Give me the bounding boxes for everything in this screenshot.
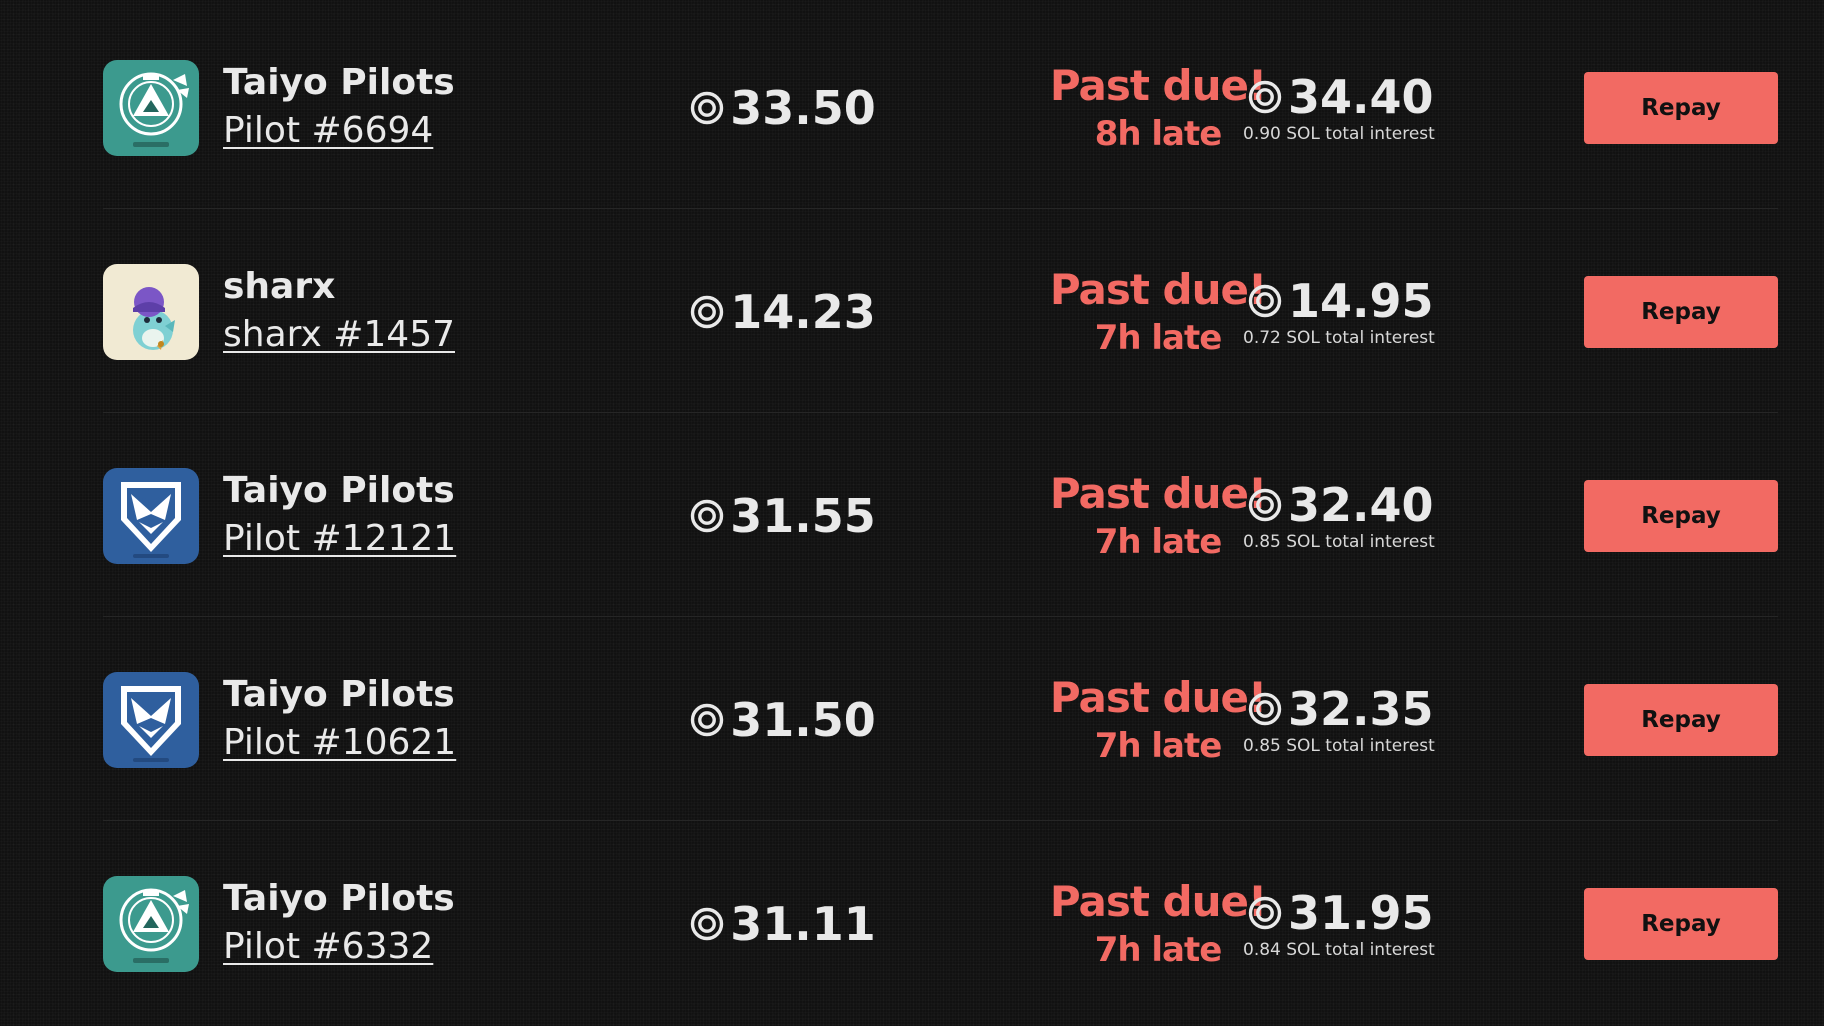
repay-amount-value: 32.40 [1288,478,1434,532]
nft-name-link[interactable]: Pilot #6694 [223,109,433,153]
nft-name-link[interactable]: Pilot #12121 [223,517,456,561]
repay-amount: 31.95 [1248,885,1543,941]
repay-info: 32.35 0.85 SOL total interest [1243,681,1543,757]
loan-amount: 14.23 [603,284,963,340]
loan-amount: 31.50 [603,692,963,748]
repay-info: 32.40 0.85 SOL total interest [1243,477,1543,553]
taiyo-enforcer-badge-icon [103,672,199,768]
sol-icon [691,907,724,941]
repay-button[interactable]: Repay [1584,684,1778,756]
taiyo-operator-badge-icon [103,60,199,156]
loan-row: Taiyo Pilots Pilot #10621 31.50 Past due… [103,617,1778,821]
sol-icon [691,703,724,737]
repay-info: 34.40 0.90 SOL total interest [1243,69,1543,145]
repay-amount: 32.35 [1248,681,1543,737]
repay-button[interactable]: Repay [1584,72,1778,144]
total-interest: 0.85 SOL total interest [1243,736,1435,756]
loan-amount-value: 31.50 [730,693,876,747]
nft-name-link[interactable]: sharx #1457 [223,313,455,357]
repay-amount: 14.95 [1248,273,1543,329]
repay-amount: 34.40 [1248,69,1543,125]
sol-icon [1248,284,1282,318]
nft-name-link[interactable]: Pilot #6332 [223,925,433,969]
loan-amount: 33.50 [603,80,963,136]
repay-button[interactable]: Repay [1584,888,1778,960]
sol-icon [1248,896,1282,930]
repay-button[interactable]: Repay [1584,480,1778,552]
total-interest: 0.90 SOL total interest [1243,124,1435,144]
collection-name: sharx [223,266,336,307]
total-interest: 0.72 SOL total interest [1243,328,1435,348]
repay-amount: 32.40 [1248,477,1543,533]
sol-icon [1248,692,1282,726]
loan-row: sharx sharx #1457 14.23 Past due! 7h lat… [103,209,1778,413]
sol-icon [1248,80,1282,114]
sol-icon [691,295,724,329]
loan-amount: 31.55 [603,488,963,544]
nft-name-link[interactable]: Pilot #10621 [223,721,456,765]
collection-name: Taiyo Pilots [223,470,455,511]
loan-amount-value: 31.55 [730,489,876,543]
repay-amount-value: 31.95 [1288,886,1434,940]
loan-amount-value: 33.50 [730,81,876,135]
collection-name: Taiyo Pilots [223,674,455,715]
loan-amount-value: 31.11 [730,897,876,951]
collection-name: Taiyo Pilots [223,62,455,103]
loan-amount-value: 14.23 [730,285,876,339]
taiyo-operator-badge-icon [103,876,199,972]
sol-icon [1248,488,1282,522]
total-interest: 0.85 SOL total interest [1243,532,1435,552]
repay-info: 14.95 0.72 SOL total interest [1243,273,1543,349]
loan-amount: 31.11 [603,896,963,952]
loan-list: Taiyo Pilots Pilot #6694 33.50 Past due!… [0,0,1824,1026]
repay-button[interactable]: Repay [1584,276,1778,348]
repay-amount-value: 14.95 [1288,274,1434,328]
collection-name: Taiyo Pilots [223,878,455,919]
loan-row: Taiyo Pilots Pilot #12121 31.55 Past due… [103,413,1778,617]
total-interest: 0.84 SOL total interest [1243,940,1435,960]
taiyo-enforcer-badge-icon [103,468,199,564]
loan-row: Taiyo Pilots Pilot #6332 31.11 Past due!… [103,821,1778,1025]
sol-icon [691,91,724,125]
sol-icon [691,499,724,533]
repay-amount-value: 34.40 [1288,70,1434,124]
repay-info: 31.95 0.84 SOL total interest [1243,885,1543,961]
loan-row: Taiyo Pilots Pilot #6694 33.50 Past due!… [103,5,1778,209]
repay-amount-value: 32.35 [1288,682,1434,736]
sharx-shark-character-icon [103,264,199,360]
